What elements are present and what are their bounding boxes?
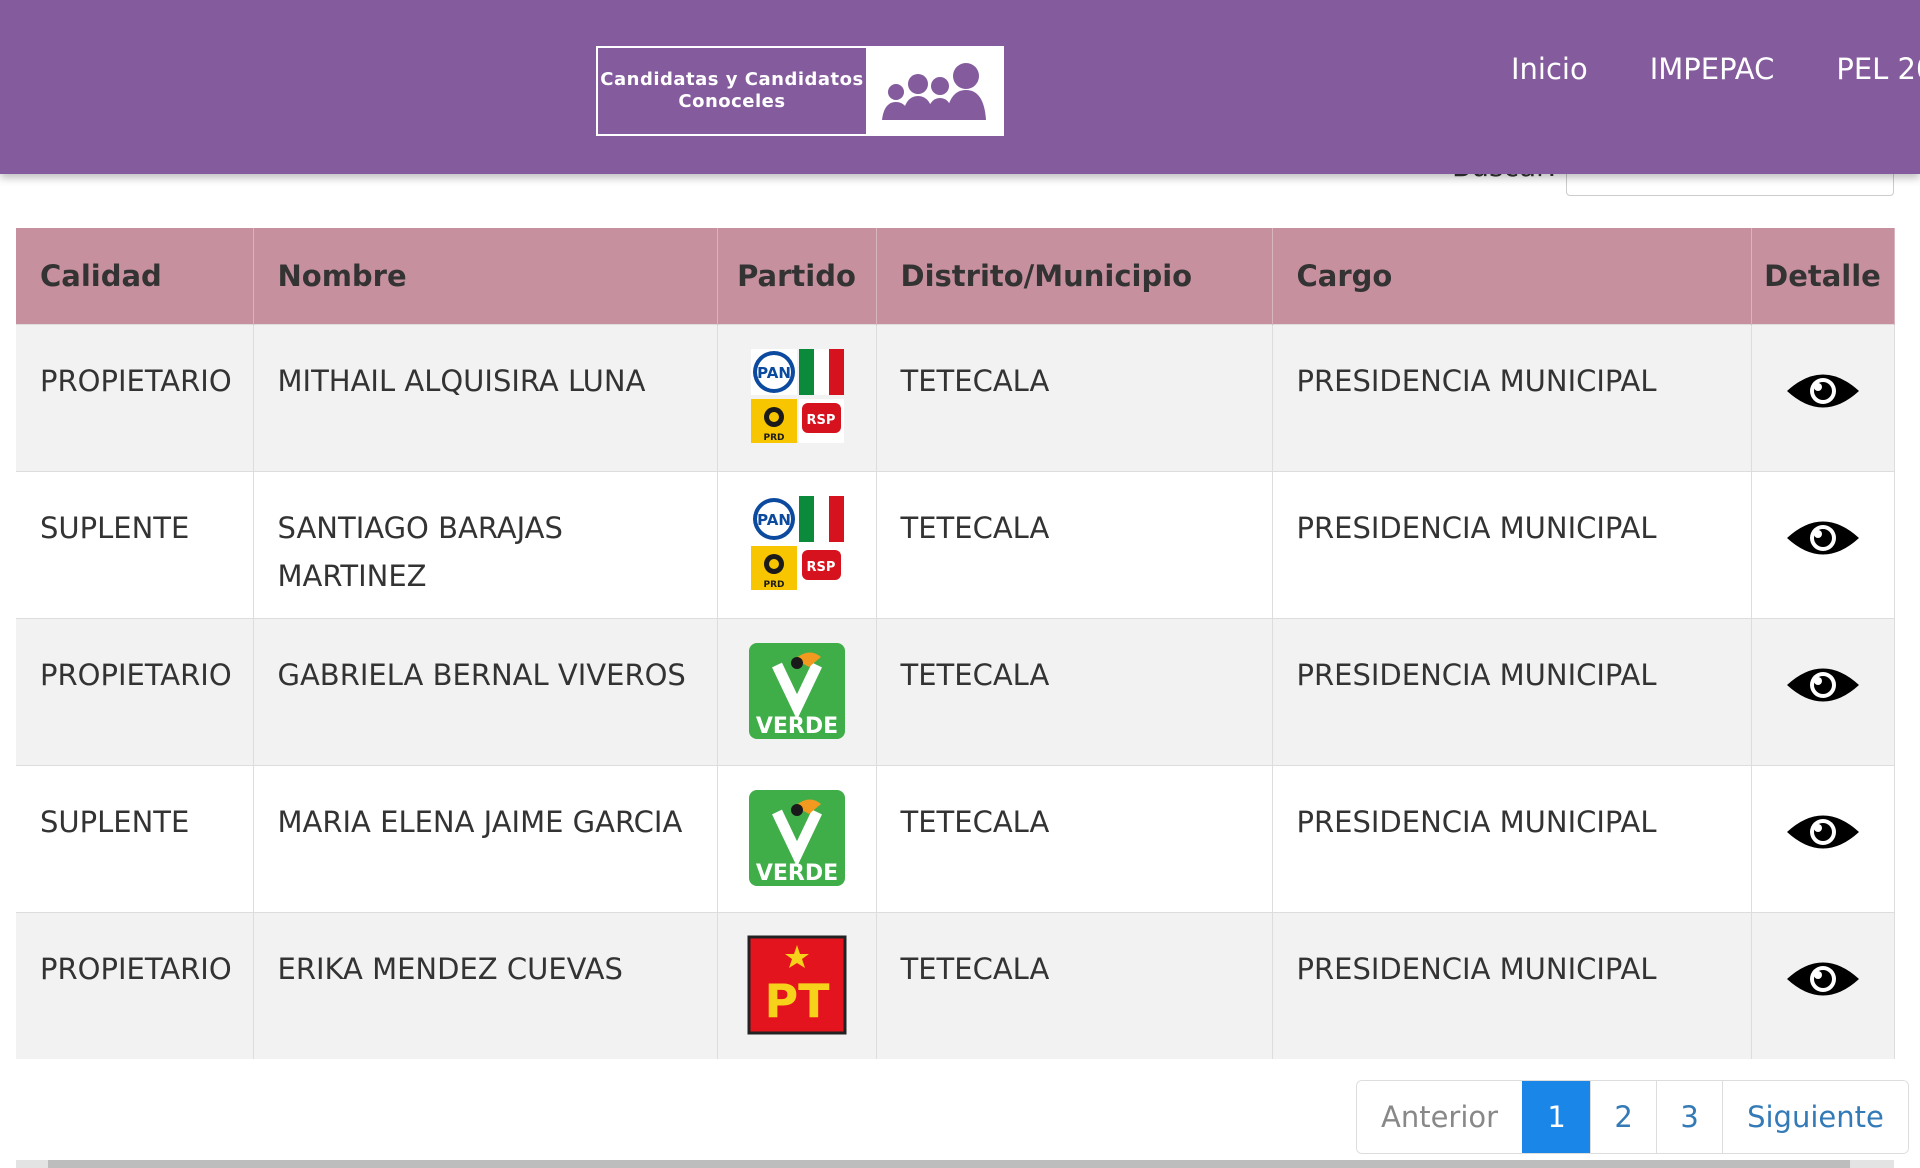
cell-calidad: PROPIETARIO: [16, 323, 254, 471]
table-row: SUPLENTE MARIA ELENA JAIME GARCIA VERDE …: [16, 764, 1895, 912]
rsp-label: RSP: [806, 413, 835, 428]
horizontal-scrollbar[interactable]: [16, 1160, 1894, 1168]
cell-calidad: SUPLENTE: [16, 470, 254, 618]
cell-nombre: ERIKA MENDEZ CUEVAS: [253, 911, 718, 1059]
cell-detalle: [1751, 323, 1895, 471]
eye-icon[interactable]: [1785, 662, 1861, 708]
pt-party-logo: PT: [747, 935, 846, 1034]
nav-inicio[interactable]: Inicio: [1480, 52, 1619, 86]
pan-label: PAN: [757, 511, 791, 529]
cell-nombre: SANTIAGO BARAJAS MARTINEZ: [253, 470, 718, 618]
column-partido[interactable]: Partido: [717, 228, 877, 324]
cell-cargo: PRESIDENCIA MUNICIPAL: [1272, 911, 1752, 1059]
eye-icon[interactable]: [1785, 956, 1861, 1002]
cell-cargo: PRESIDENCIA MUNICIPAL: [1272, 323, 1752, 471]
cell-nombre: MARIA ELENA JAIME GARCIA: [253, 764, 718, 912]
cell-partido: VERDE: [717, 764, 877, 912]
logo-text: Candidatas y Candidatos Conoceles: [598, 48, 866, 134]
pagination-page-1[interactable]: 1: [1522, 1081, 1591, 1153]
table-row: PROPIETARIO ERIKA MENDEZ CUEVAS PT TETEC…: [16, 911, 1895, 1059]
main-nav: Inicio IMPEPAC PEL 2024: [1480, 52, 1920, 86]
cell-detalle: [1751, 764, 1895, 912]
cell-cargo: PRESIDENCIA MUNICIPAL: [1272, 764, 1752, 912]
cell-detalle: [1751, 470, 1895, 618]
verde-party-logo: VERDE: [748, 642, 845, 739]
verde-label: VERDE: [755, 861, 837, 886]
column-distrito[interactable]: Distrito/Municipio: [876, 228, 1273, 324]
cell-distrito: TETECALA: [876, 911, 1273, 1059]
verde-label: VERDE: [755, 714, 837, 739]
table-row: PROPIETARIO GABRIELA BERNAL VIVEROS VERD…: [16, 617, 1895, 765]
prd-label: PRD: [763, 580, 784, 590]
cell-distrito: TETECALA: [876, 617, 1273, 765]
pagination-next[interactable]: Siguiente: [1722, 1081, 1908, 1153]
cell-calidad: PROPIETARIO: [16, 617, 254, 765]
cell-cargo: PRESIDENCIA MUNICIPAL: [1272, 470, 1752, 618]
cell-detalle: [1751, 911, 1895, 1059]
prd-label: PRD: [763, 433, 784, 443]
cell-distrito: TETECALA: [876, 470, 1273, 618]
table-row: SUPLENTE SANTIAGO BARAJAS MARTINEZ PAN P…: [16, 470, 1895, 618]
table-header-row: Calidad Nombre Partido Distrito/Municipi…: [16, 228, 1895, 324]
site-logo[interactable]: Candidatas y Candidatos Conoceles: [596, 46, 1004, 136]
nav-pel-2024[interactable]: PEL 2024: [1805, 52, 1920, 86]
column-nombre[interactable]: Nombre: [253, 228, 718, 324]
eye-icon[interactable]: [1785, 368, 1861, 414]
table-row: PROPIETARIO MITHAIL ALQUISIRA LUNA PAN P…: [16, 323, 1895, 471]
coalition-pan-pri-prd-rsp-logo: PAN PRD RSP: [750, 495, 844, 590]
cell-distrito: TETECALA: [876, 764, 1273, 912]
eye-icon[interactable]: [1785, 515, 1861, 561]
cell-nombre: GABRIELA BERNAL VIVEROS: [253, 617, 718, 765]
column-cargo[interactable]: Cargo: [1272, 228, 1752, 324]
column-calidad[interactable]: Calidad: [16, 228, 254, 324]
people-group-icon: [866, 48, 1002, 134]
verde-party-logo: VERDE: [748, 789, 845, 886]
nav-impepac[interactable]: IMPEPAC: [1619, 52, 1806, 86]
cell-calidad: SUPLENTE: [16, 764, 254, 912]
pagination: Anterior 1 2 3 Siguiente: [1356, 1080, 1909, 1154]
scrollbar-thumb[interactable]: [48, 1160, 1850, 1168]
cell-partido: PAN PRD RSP: [717, 323, 877, 471]
pagination-page-3[interactable]: 3: [1656, 1081, 1723, 1153]
top-navbar: Candidatas y Candidatos Conoceles Inicio…: [0, 0, 1920, 174]
pagination-prev[interactable]: Anterior: [1357, 1081, 1523, 1153]
logo-line-1: Candidatas y Candidatos: [600, 69, 864, 90]
cell-partido: PAN PRD RSP: [717, 470, 877, 618]
candidates-table: Calidad Nombre Partido Distrito/Municipi…: [16, 228, 1895, 1059]
eye-icon[interactable]: [1785, 809, 1861, 855]
pt-label: PT: [764, 974, 830, 1028]
cell-distrito: TETECALA: [876, 323, 1273, 471]
cell-detalle: [1751, 617, 1895, 765]
pagination-page-2[interactable]: 2: [1590, 1081, 1657, 1153]
column-detalle[interactable]: Detalle: [1751, 228, 1895, 324]
cell-cargo: PRESIDENCIA MUNICIPAL: [1272, 617, 1752, 765]
cell-calidad: PROPIETARIO: [16, 911, 254, 1059]
logo-line-2: Conoceles: [678, 91, 786, 112]
cell-partido: PT: [717, 911, 877, 1059]
cell-partido: VERDE: [717, 617, 877, 765]
rsp-label: RSP: [806, 560, 835, 575]
coalition-pan-pri-prd-rsp-logo: PAN PRD RSP: [750, 348, 844, 443]
cell-nombre: MITHAIL ALQUISIRA LUNA: [253, 323, 718, 471]
pan-label: PAN: [757, 364, 791, 382]
